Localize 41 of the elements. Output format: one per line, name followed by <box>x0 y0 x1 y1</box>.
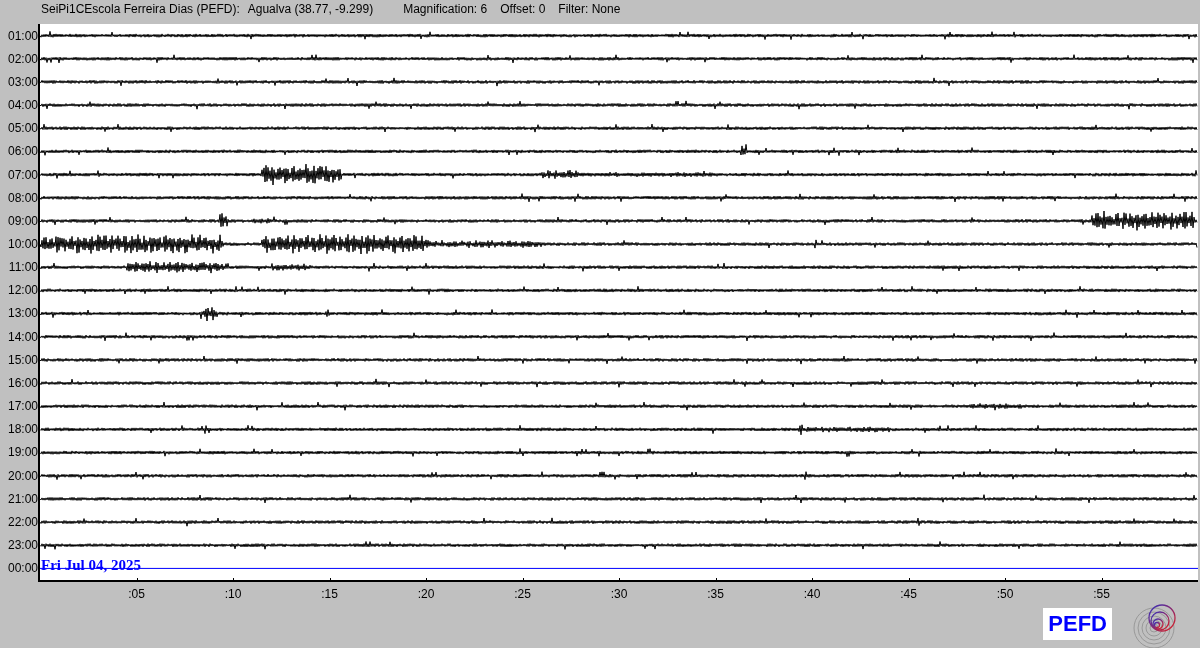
station-code-logo: PEFD <box>1043 608 1112 640</box>
time-axis-label: :25 <box>514 587 531 601</box>
station-location: Agualva (38.77, -9.299) <box>247 2 374 16</box>
hour-label: 22:00 <box>7 514 38 529</box>
station-name: SeiPi1CEscola Ferreira Dias (PEFD): <box>41 2 240 16</box>
hour-label: 14:00 <box>7 329 38 344</box>
hour-label: 01:00 <box>7 28 38 43</box>
time-axis-label: :35 <box>707 587 724 601</box>
filter-label: Filter: None <box>558 2 621 16</box>
time-axis-label: :20 <box>417 587 435 601</box>
hour-label: 13:00 <box>7 306 38 321</box>
hour-label: 18:00 <box>7 422 38 437</box>
offset-label: Offset: 0 <box>500 2 546 16</box>
hour-label: 20:00 <box>7 468 38 483</box>
hour-label: 07:00 <box>7 167 38 182</box>
time-axis-label: :45 <box>900 587 917 601</box>
time-axis-label: :05 <box>128 587 145 601</box>
time-axis-label: :30 <box>610 587 628 601</box>
hour-label: 00:00 <box>7 561 38 576</box>
time-axis-label: :50 <box>996 587 1014 601</box>
hour-label: 16:00 <box>7 375 38 390</box>
time-axis-label: :10 <box>224 587 242 601</box>
magnification-label: Magnification: 6 <box>403 2 488 16</box>
hour-label: 03:00 <box>7 74 38 89</box>
hour-label: 04:00 <box>7 98 38 113</box>
time-axis-label: :15 <box>321 587 338 601</box>
hour-label: 09:00 <box>7 213 38 228</box>
time-axis-label: :40 <box>803 587 821 601</box>
time-axis-label: :55 <box>1093 587 1110 601</box>
hour-label: 06:00 <box>7 144 38 159</box>
hour-label: 21:00 <box>7 491 38 506</box>
hour-label: 17:00 <box>7 399 38 414</box>
hour-label: 02:00 <box>7 51 38 66</box>
hour-label: 11:00 <box>8 260 38 275</box>
hour-label: 19:00 <box>7 445 38 460</box>
hour-label: 23:00 <box>7 538 38 552</box>
hour-label: 05:00 <box>7 121 38 136</box>
hour-label: 10:00 <box>7 237 38 251</box>
hour-label: 08:00 <box>7 190 38 205</box>
hour-label: 15:00 <box>7 352 38 367</box>
hour-label: 12:00 <box>7 283 38 298</box>
